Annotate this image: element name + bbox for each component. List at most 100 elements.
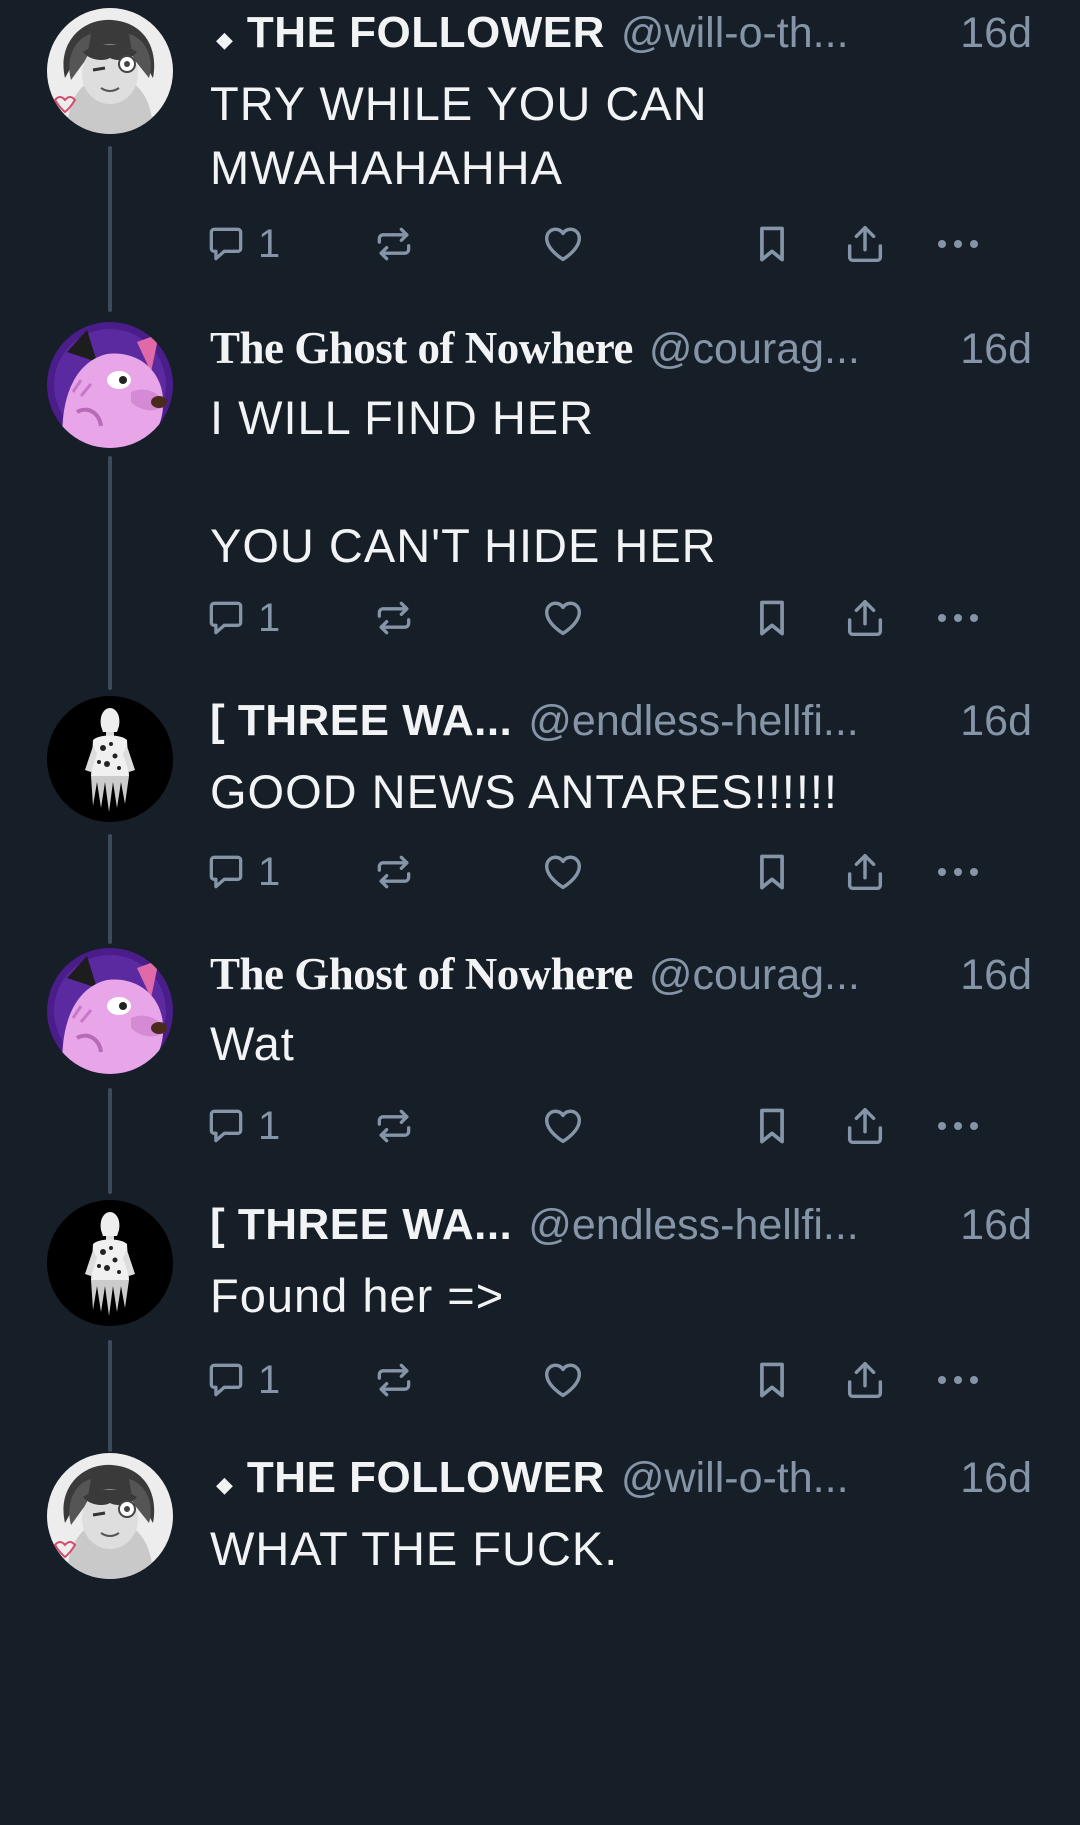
post-timestamp: 16d (960, 1454, 1032, 1502)
author-name[interactable]: [ THREE WA... (210, 696, 512, 746)
reply-icon (204, 850, 248, 894)
more-button[interactable] (934, 1096, 982, 1156)
more-icon (934, 608, 982, 628)
avatar[interactable] (47, 1200, 173, 1326)
thread-connector-line (108, 1088, 112, 1194)
share-icon (842, 595, 888, 641)
post-actions: 1 (204, 588, 1024, 648)
author-handle[interactable]: @will-o-th... (621, 1454, 849, 1503)
post-actions: 1 (204, 1350, 1024, 1410)
like-button[interactable] (540, 588, 586, 648)
author-handle[interactable]: @courag... (649, 325, 860, 374)
repost-icon (372, 1104, 416, 1148)
post-actions: 1 (204, 214, 1024, 274)
share-icon (842, 1357, 888, 1403)
author-name[interactable]: The Ghost of Nowhere (210, 948, 633, 1000)
more-icon (934, 1370, 982, 1390)
reply-button[interactable]: 1 (204, 1350, 280, 1410)
post-text: Wat (210, 1012, 1010, 1076)
like-icon (540, 849, 586, 895)
reply-icon (204, 1104, 248, 1148)
like-icon (540, 1103, 586, 1149)
post-actions: 1 (204, 1096, 1024, 1156)
post-text-line: Found her => (210, 1269, 505, 1322)
more-icon (934, 862, 982, 882)
avatar[interactable] (47, 696, 173, 822)
repost-button[interactable] (372, 588, 416, 648)
avatar[interactable] (47, 322, 173, 448)
more-button[interactable] (934, 588, 982, 648)
bookmark-icon (750, 596, 794, 640)
author-handle[interactable]: @will-o-th... (621, 9, 849, 58)
post-text-line: TRY WHILE YOU CAN (210, 77, 708, 130)
more-button[interactable] (934, 842, 982, 902)
repost-button[interactable] (372, 214, 416, 274)
post-text-line: GOOD NEWS ANTARES!!!!!! (210, 765, 838, 818)
bookmark-button[interactable] (750, 588, 794, 648)
author-name[interactable]: [ THREE WA... (210, 1200, 512, 1250)
post-header: ◆ THE FOLLOWER @will-o-th... 16d (210, 8, 1032, 68)
bookmark-button[interactable] (750, 214, 794, 274)
like-button[interactable] (540, 1350, 586, 1410)
more-button[interactable] (934, 1350, 982, 1410)
author-handle[interactable]: @endless-hellfi... (528, 1201, 858, 1250)
post-text-line: MWAHAHAHHA (210, 141, 563, 194)
post-text: GOOD NEWS ANTARES!!!!!! (210, 760, 1010, 824)
bookmark-button[interactable] (750, 842, 794, 902)
more-icon (934, 1116, 982, 1136)
author-handle[interactable]: @endless-hellfi... (528, 697, 858, 746)
share-icon (842, 221, 888, 267)
post-text-line: Wat (210, 1017, 295, 1070)
author-handle[interactable]: @courag... (649, 951, 860, 1000)
share-button[interactable] (842, 588, 888, 648)
like-button[interactable] (540, 842, 586, 902)
post-text: Found her => (210, 1264, 1010, 1328)
author-name[interactable]: THE FOLLOWER (247, 1453, 605, 1503)
reply-icon (204, 596, 248, 640)
like-icon (540, 221, 586, 267)
post-timestamp: 16d (960, 1201, 1032, 1249)
repost-button[interactable] (372, 1096, 416, 1156)
reply-icon (204, 1358, 248, 1402)
repost-icon (372, 850, 416, 894)
like-button[interactable] (540, 1096, 586, 1156)
share-button[interactable] (842, 842, 888, 902)
avatar[interactable] (47, 1453, 173, 1579)
thread-connector-line (108, 456, 112, 690)
share-icon (842, 1103, 888, 1149)
reply-button[interactable]: 1 (204, 1096, 280, 1156)
share-button[interactable] (842, 214, 888, 274)
post[interactable]: The Ghost of Nowhere @courag... 16d I WILL … (0, 314, 1080, 694)
repost-button[interactable] (372, 842, 416, 902)
post[interactable]: ◆ THE FOLLOWER @will-o-th... 16d WHAT THE FU… (0, 1445, 1080, 1825)
post-timestamp: 16d (960, 325, 1032, 373)
avatar[interactable] (47, 8, 173, 134)
reply-icon (204, 222, 248, 266)
bookmark-button[interactable] (750, 1096, 794, 1156)
reply-count: 1 (258, 595, 281, 640)
like-button[interactable] (540, 214, 586, 274)
author-name[interactable]: THE FOLLOWER (247, 8, 605, 58)
thread-connector-line (108, 146, 112, 312)
post-text-line: I WILL FIND HER (210, 391, 595, 444)
post-header: [ THREE WA... @endless-hellfi... 16d (210, 1200, 1032, 1260)
reply-button[interactable]: 1 (204, 842, 280, 902)
reply-button[interactable]: 1 (204, 588, 280, 648)
post-header: [ THREE WA... @endless-hellfi... 16d (210, 696, 1032, 756)
post-text-line: YOU CAN'T HIDE HER (210, 519, 717, 572)
share-button[interactable] (842, 1350, 888, 1410)
more-button[interactable] (934, 214, 982, 274)
bookmark-button[interactable] (750, 1350, 794, 1410)
reply-button[interactable]: 1 (204, 214, 280, 274)
thread-connector-line (108, 834, 112, 944)
repost-icon (372, 596, 416, 640)
reply-count: 1 (258, 1103, 281, 1148)
bookmark-icon (750, 1358, 794, 1402)
avatar[interactable] (47, 948, 173, 1074)
author-name[interactable]: The Ghost of Nowhere (210, 322, 633, 374)
repost-icon (372, 1358, 416, 1402)
more-icon (934, 234, 982, 254)
repost-button[interactable] (372, 1350, 416, 1410)
share-button[interactable] (842, 1096, 888, 1156)
